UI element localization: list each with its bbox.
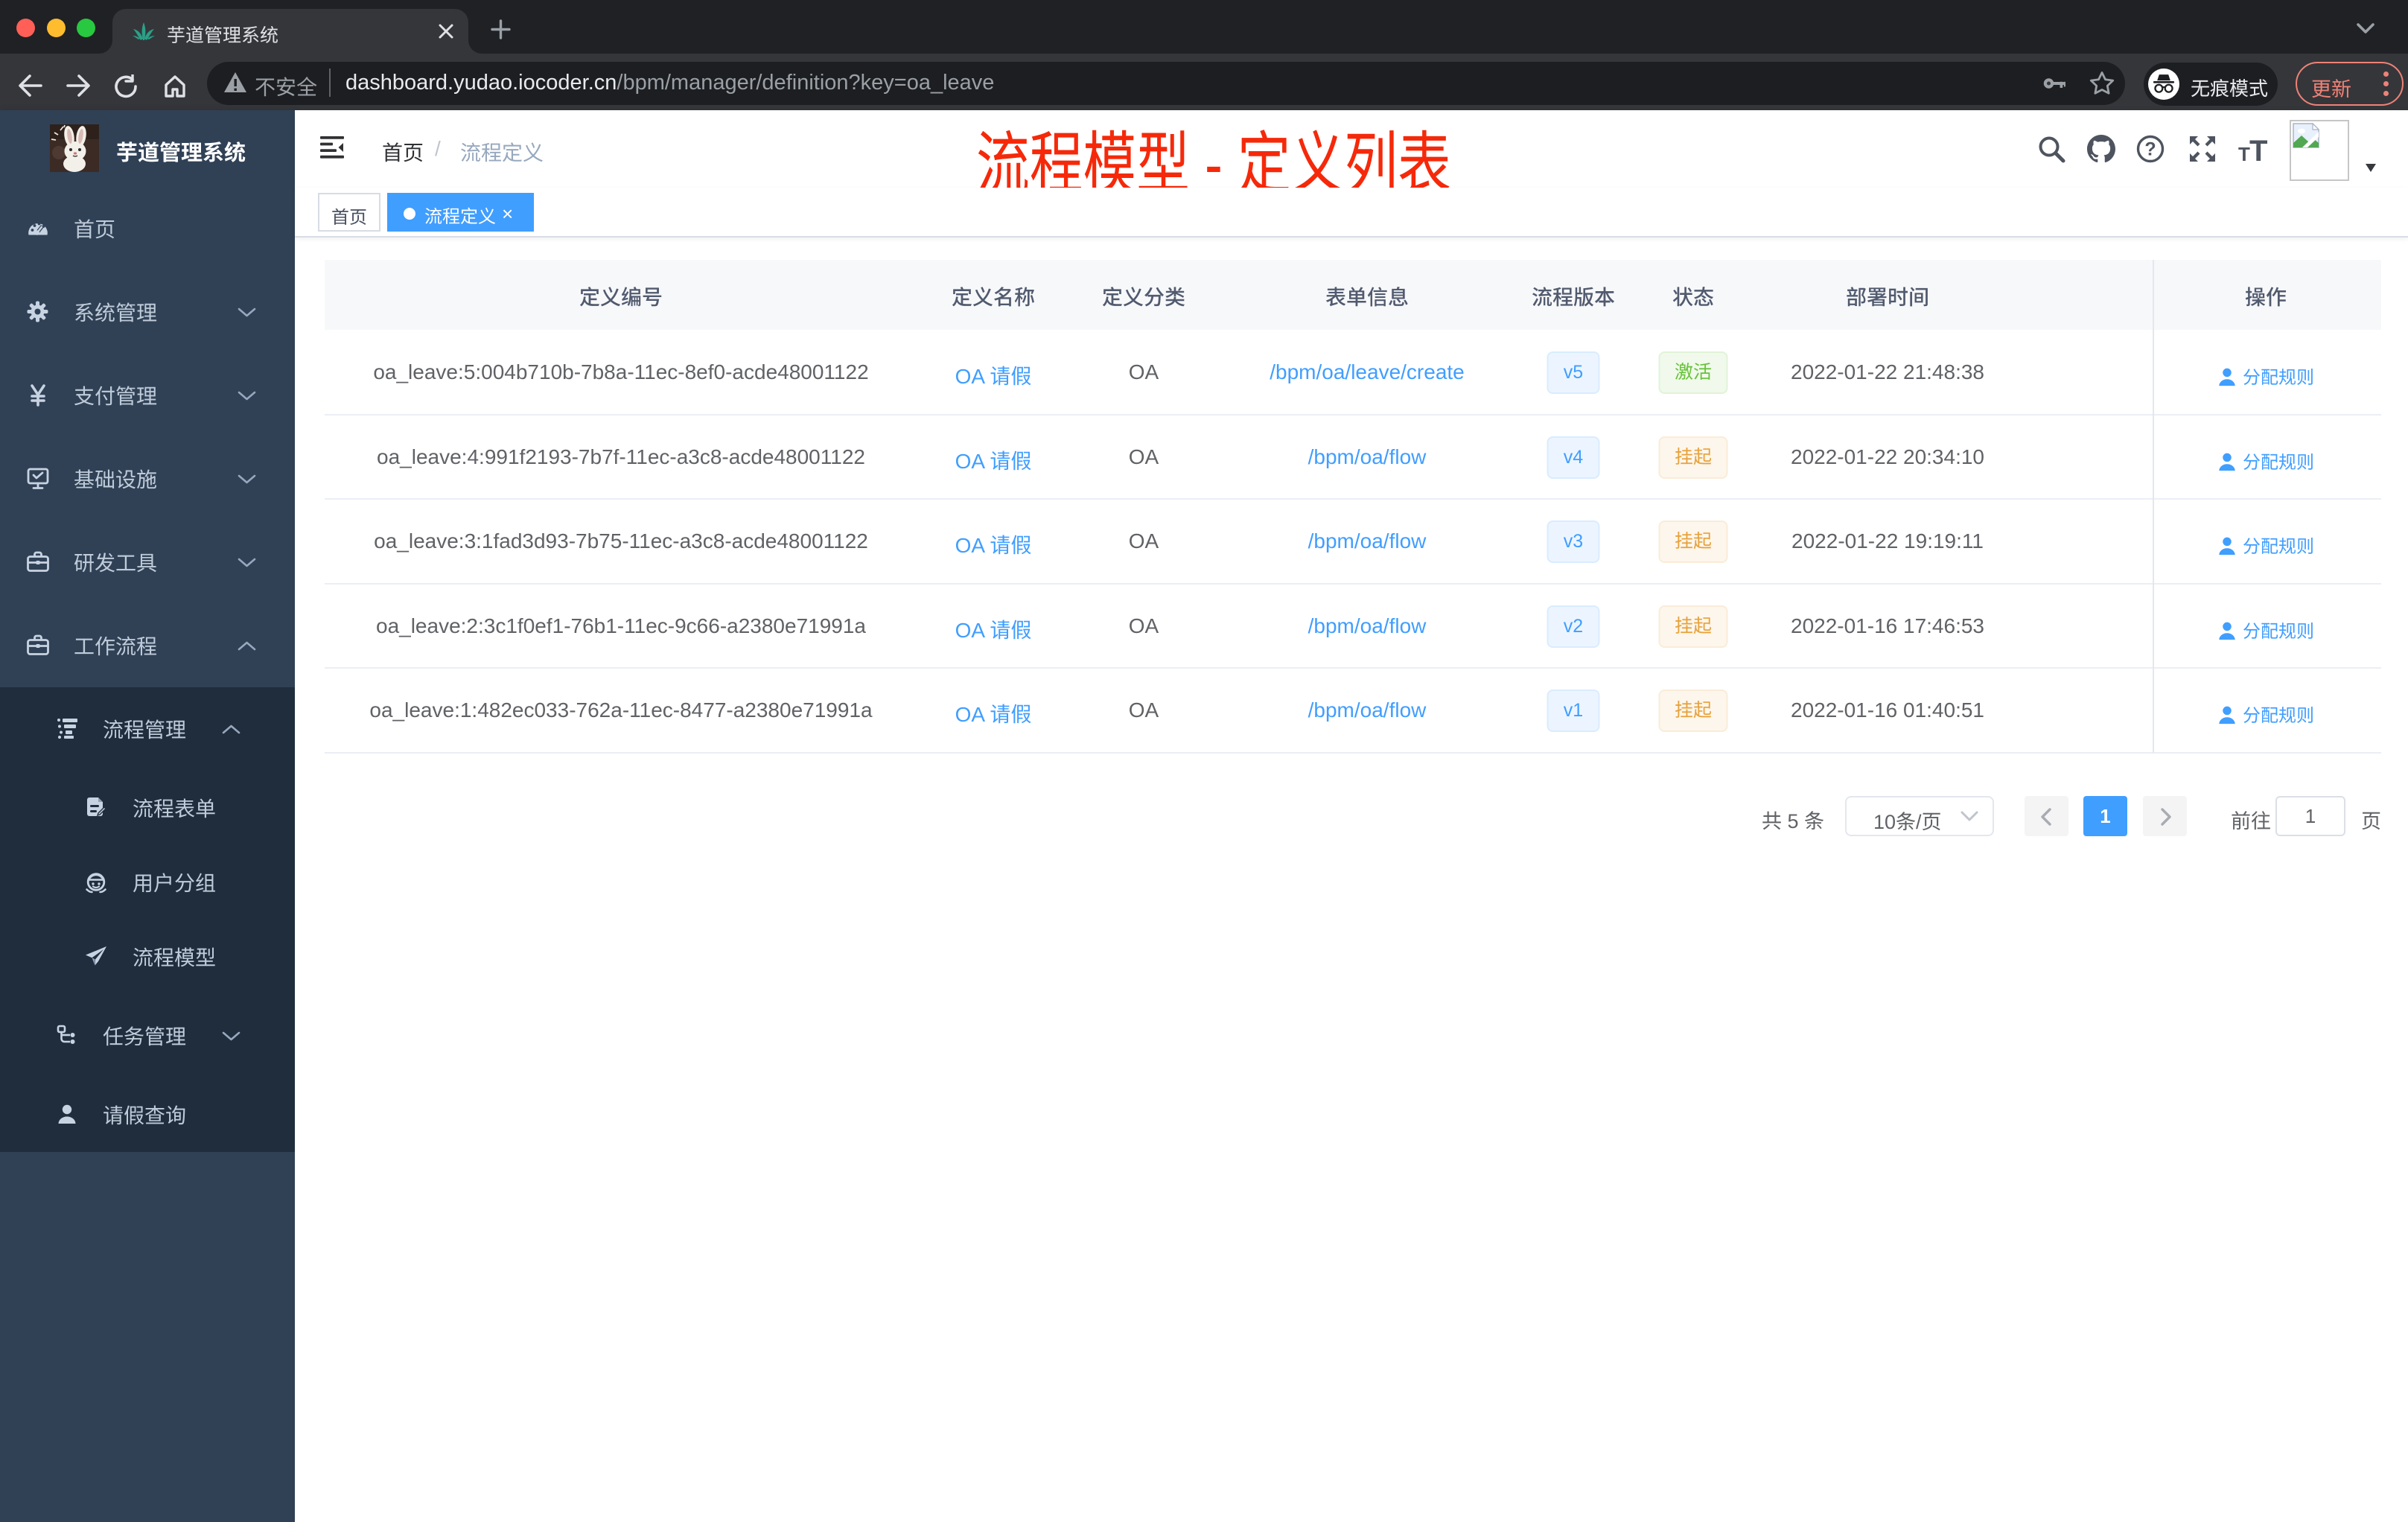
svg-text:T: T xyxy=(2249,136,2267,163)
svg-text:?: ? xyxy=(2144,139,2156,160)
svg-text:T: T xyxy=(2238,143,2250,163)
